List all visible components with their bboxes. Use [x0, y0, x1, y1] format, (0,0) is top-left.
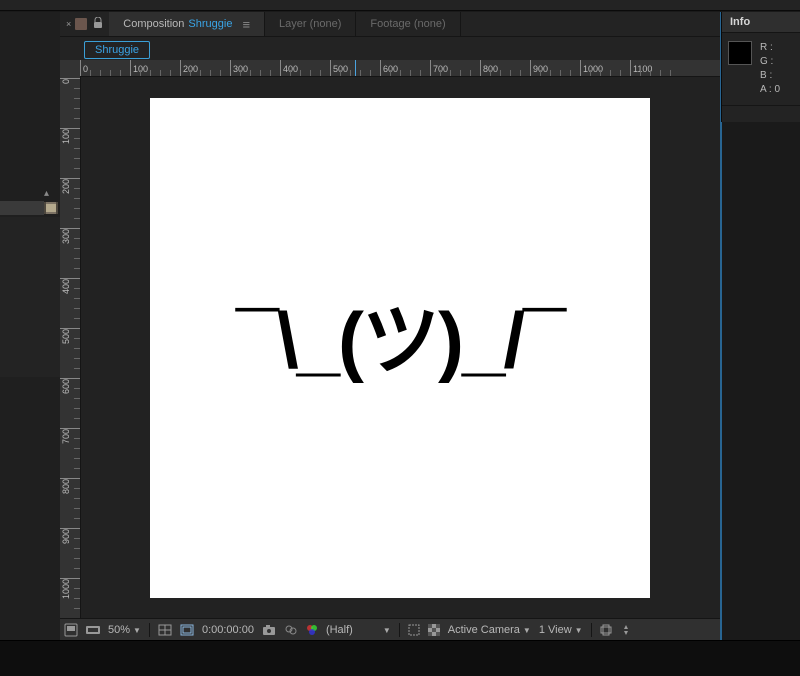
info-g: G : — [760, 55, 780, 69]
roi-button[interactable] — [404, 619, 424, 641]
fast-previews-button[interactable] — [616, 619, 636, 641]
tab-layer[interactable]: Layer (none) — [265, 12, 356, 36]
info-rgba-readout: R : G : B : A : 0 — [760, 41, 780, 97]
lock-icon[interactable] — [93, 17, 103, 32]
panel-pin-icon[interactable] — [75, 18, 87, 30]
info-b: B : — [760, 69, 780, 83]
info-panel-title[interactable]: Info — [722, 12, 800, 33]
app-root: ▴ × Composition Shruggie ≡ Layer (none) … — [0, 0, 800, 676]
tab-composition-name: Shruggie — [188, 18, 232, 30]
channels-button[interactable] — [302, 619, 322, 641]
composition-item-icon — [44, 202, 58, 214]
close-panel-button[interactable]: × — [66, 19, 71, 29]
time-display[interactable]: 0:00:00:00 — [198, 619, 258, 641]
safe-zones-button[interactable] — [154, 619, 176, 641]
project-empty-area — [0, 217, 60, 377]
resolution-select[interactable]: (Half)▼ — [322, 619, 395, 641]
views-select[interactable]: 1 View▼ — [535, 619, 587, 641]
zoom-select[interactable]: 50%▼ — [104, 619, 145, 641]
info-a: A : 0 — [760, 83, 780, 97]
tab-composition-label: Composition — [123, 18, 184, 30]
comp-flow-item[interactable]: Shruggie — [84, 41, 150, 59]
show-snapshot-button[interactable] — [280, 619, 302, 641]
camera-select[interactable]: Active Camera▼ — [444, 619, 535, 641]
project-item-row[interactable] — [0, 201, 44, 215]
project-panel: ▴ — [0, 12, 61, 641]
ruler-horizontal[interactable]: 010020030040050060070080090010001100 — [80, 60, 720, 77]
viewer-tabs: × Composition Shruggie ≡ Layer (none) Fo… — [60, 12, 720, 36]
viewer-footer-bar: 50%▼ 0:00:00:00 (Half)▼ Active Camera▼ 1… — [60, 618, 720, 641]
composition-canvas[interactable]: ¯\_(ツ)_/¯ — [150, 98, 650, 598]
panel-disclosure-icon[interactable]: ▴ — [44, 188, 49, 199]
info-r: R : — [760, 41, 780, 55]
ruler-vertical[interactable]: 01002003004005006007008009001000 — [60, 76, 81, 619]
pixel-aspect-button[interactable] — [596, 619, 616, 641]
magnify-button[interactable] — [82, 619, 104, 641]
canvas-text-layer[interactable]: ¯\_(ツ)_/¯ — [150, 278, 650, 390]
snapshot-button[interactable] — [258, 619, 280, 641]
ruler-guide-icon[interactable] — [355, 60, 356, 76]
ruler-corner — [60, 60, 81, 77]
tab-footage[interactable]: Footage (none) — [356, 12, 460, 36]
tab-composition[interactable]: Composition Shruggie ≡ — [109, 12, 265, 36]
info-color-swatch — [728, 41, 752, 65]
panel-menu-icon[interactable]: ≡ — [242, 17, 250, 32]
tab-layer-label: Layer (none) — [279, 18, 341, 30]
composition-viewer: 010020030040050060070080090010001100 010… — [60, 60, 720, 619]
grid-button[interactable] — [176, 619, 198, 641]
info-panel: Info R : G : B : A : 0 — [721, 12, 800, 122]
timeline-stub — [0, 640, 800, 676]
always-preview-button[interactable] — [60, 619, 82, 641]
top-band — [0, 0, 800, 11]
tab-footage-label: Footage (none) — [370, 18, 445, 30]
transparency-grid-button[interactable] — [424, 619, 444, 641]
comp-flow-row: Shruggie — [60, 36, 720, 61]
